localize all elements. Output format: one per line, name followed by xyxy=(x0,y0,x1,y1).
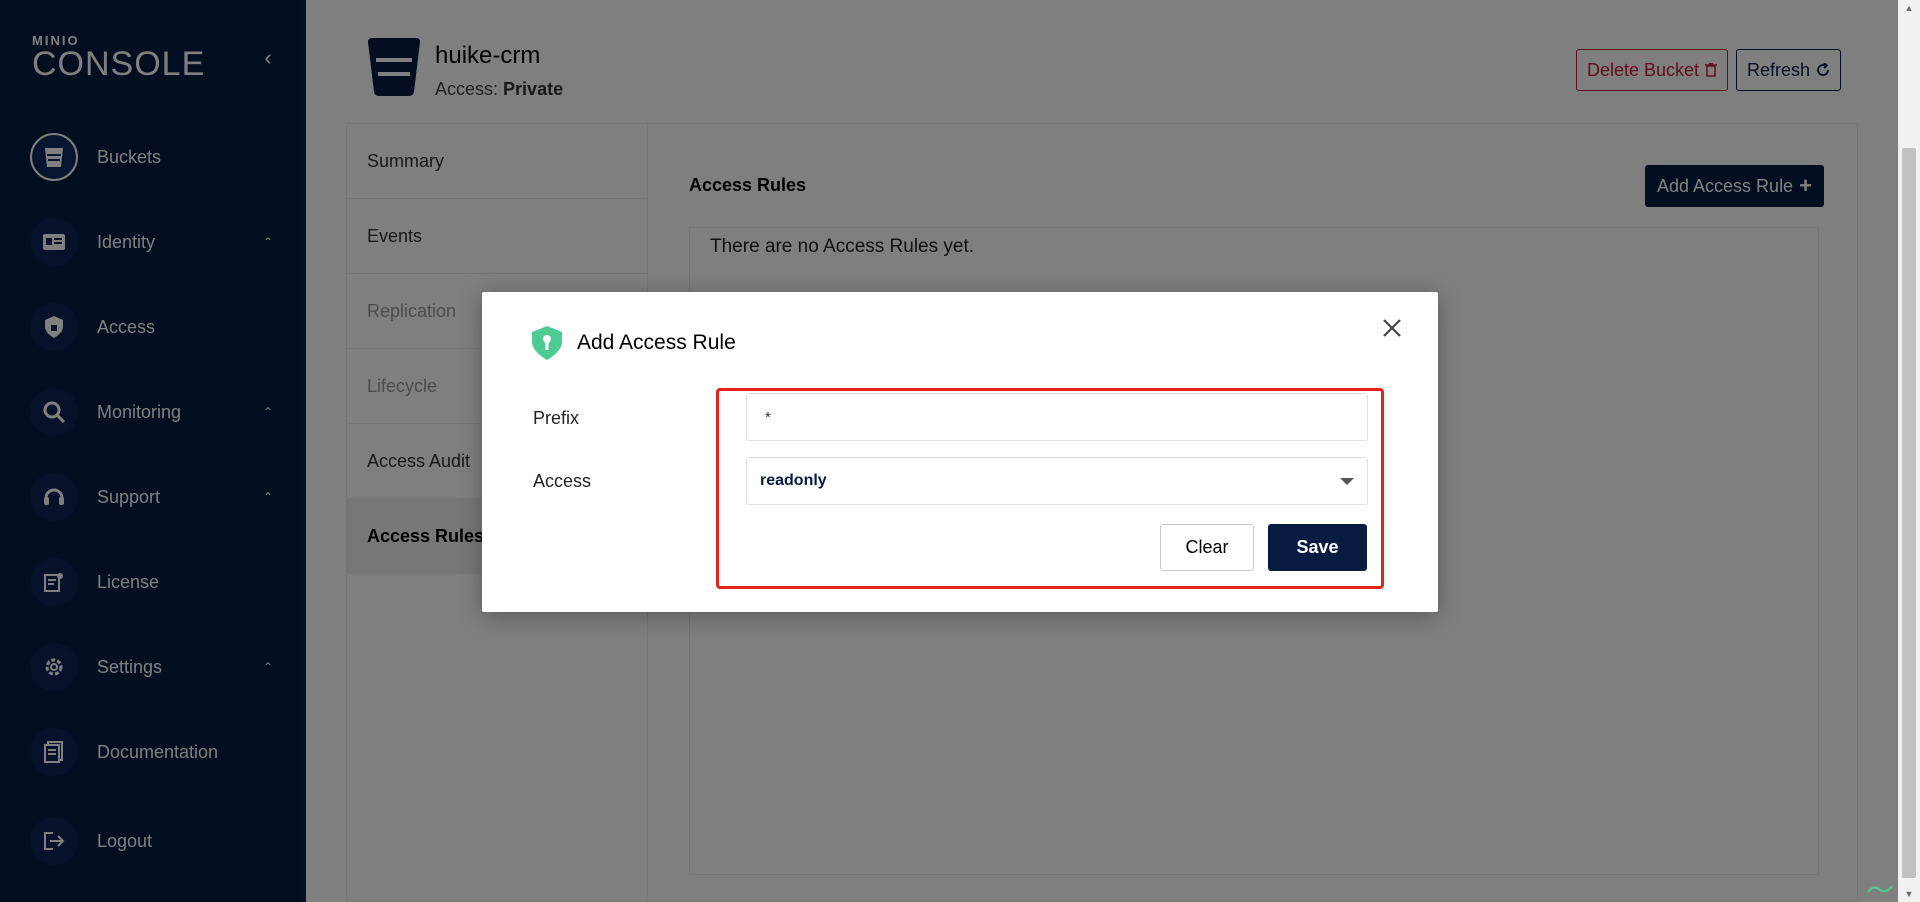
caret-down-icon xyxy=(1340,477,1354,485)
clear-button[interactable]: Clear xyxy=(1160,524,1254,571)
scrollbar[interactable]: ▲ ▼ xyxy=(1898,0,1920,902)
access-select[interactable]: readonly xyxy=(746,457,1368,505)
scrollbar-thumb[interactable] xyxy=(1902,148,1916,878)
prefix-label: Prefix xyxy=(533,408,580,428)
prefix-input[interactable] xyxy=(746,393,1368,441)
save-button[interactable]: Save xyxy=(1268,524,1367,571)
dialog-title: Add Access Rule xyxy=(577,331,736,354)
add-access-rule-dialog: Add Access Rule Prefix Access readonly C… xyxy=(482,292,1438,612)
close-icon[interactable] xyxy=(1376,312,1408,344)
access-select-value: readonly xyxy=(760,472,827,489)
shield-key-icon xyxy=(532,326,562,360)
corner-mark-icon xyxy=(1867,885,1893,893)
scroll-up-icon[interactable]: ▲ xyxy=(1898,0,1920,16)
access-label: Access xyxy=(533,471,592,491)
scroll-down-icon[interactable]: ▼ xyxy=(1898,886,1920,902)
